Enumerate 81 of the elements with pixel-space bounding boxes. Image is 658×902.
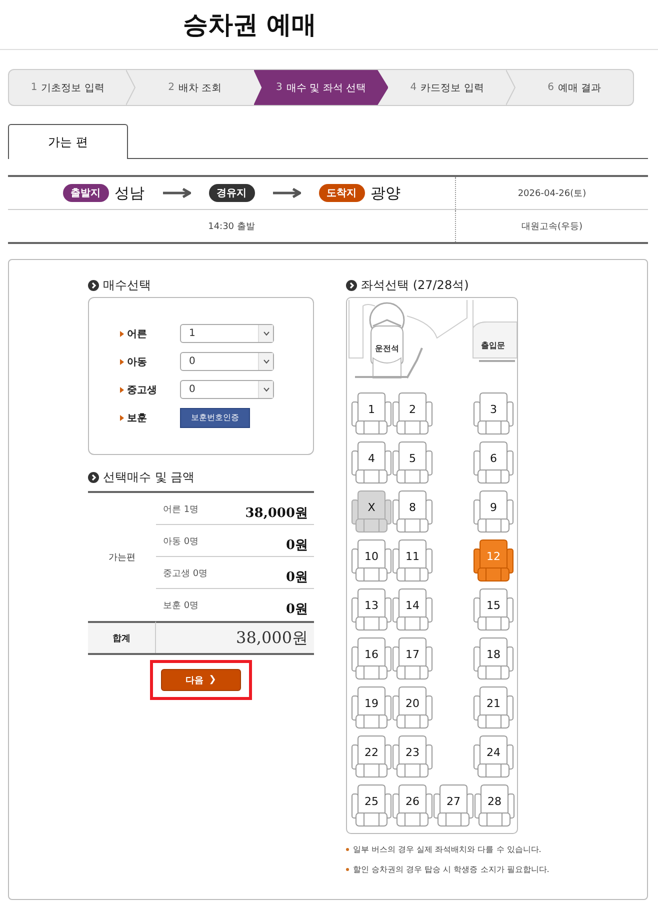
seat[interactable]: 6 — [473, 441, 514, 484]
seat[interactable]: X — [351, 490, 392, 533]
seat[interactable]: 22 — [351, 735, 392, 778]
caret-icon — [262, 387, 270, 392]
passenger-type-label: 보훈 — [127, 412, 147, 424]
seat[interactable]: 28 — [474, 784, 515, 827]
chevron-circle-icon — [346, 280, 357, 290]
notice-text: 할인 승차권의 경우 탑승 시 학생증 소지가 필요합니다. — [353, 864, 550, 875]
bullet-icon — [120, 330, 124, 336]
stop-badge: 도착지 — [318, 184, 364, 202]
seat[interactable]: 14 — [392, 588, 433, 631]
departure-time: 14:30 출발 — [208, 220, 255, 232]
bullet-icon — [120, 358, 124, 364]
seat[interactable]: 25 — [351, 784, 392, 827]
bullet-icon — [120, 414, 124, 420]
step-tab[interactable]: 2 배차 조회 — [136, 70, 254, 105]
total-amount: 38,000원 — [156, 621, 314, 653]
notice-text: 일부 버스의 경우 실제 좌석배치와 다를 수 있습니다. — [353, 844, 542, 855]
seat[interactable]: 23 — [392, 735, 433, 778]
table-cell-text: 보훈 0명 — [163, 600, 199, 612]
seat[interactable]: 11 — [392, 539, 433, 582]
section-title: 매수선택 — [103, 276, 151, 294]
seat[interactable]: 17 — [392, 637, 433, 680]
seat[interactable]: 2 — [392, 392, 433, 435]
seat[interactable]: 20 — [392, 686, 433, 729]
stop-name: 광양 — [370, 184, 400, 202]
step-tab[interactable]: 1 기초정보 입력 — [9, 70, 126, 105]
table-cell-text: 어른 1명 — [163, 504, 199, 516]
caret-icon — [262, 331, 270, 336]
seat[interactable]: 16 — [351, 637, 392, 680]
seat[interactable]: 27 — [433, 784, 474, 827]
seat[interactable]: 1 — [351, 392, 392, 435]
table-cell-text: 0원 — [286, 569, 308, 586]
arrow-icon — [162, 188, 190, 198]
seat[interactable]: 13 — [351, 588, 392, 631]
count-select[interactable]: 0 — [180, 380, 274, 399]
direction-tab[interactable]: 가는 편 — [8, 124, 128, 159]
next-button[interactable]: 다음 ❯ — [161, 669, 241, 691]
page-title: 승차권 예매 — [183, 9, 317, 41]
seat[interactable]: 19 — [351, 686, 392, 729]
passenger-type-label: 어른 — [127, 328, 147, 340]
seat[interactable]: 10 — [351, 539, 392, 582]
table-cell-text: 가는편 — [108, 552, 136, 564]
seat[interactable]: 15 — [473, 588, 514, 631]
seat[interactable]: 9 — [473, 490, 514, 533]
arrow-icon — [272, 188, 300, 198]
seat[interactable]: 3 — [473, 392, 514, 435]
travel-date: 2026-04-26(토) — [518, 188, 586, 200]
step-tab[interactable]: 3 매수 및 좌석 선택 — [254, 70, 388, 105]
door-label: 출입문 — [481, 340, 505, 351]
seat[interactable]: 26 — [392, 784, 433, 827]
stop-name: 성남 — [114, 184, 144, 202]
table-cell-text: 중고생 0명 — [163, 568, 208, 580]
caret-icon — [262, 359, 270, 364]
seat[interactable]: 8 — [392, 490, 433, 533]
seat[interactable]: 18 — [473, 637, 514, 680]
seat[interactable]: 5 — [392, 441, 433, 484]
stop-badge: 경유지 — [208, 184, 254, 202]
table-cell-text: 0원 — [286, 601, 308, 618]
step-tab[interactable]: 6 예매 결과 — [516, 70, 633, 105]
driver-seat-label: 운전석 — [375, 343, 399, 354]
passenger-type-label: 아동 — [127, 356, 147, 368]
seat[interactable]: 4 — [351, 441, 392, 484]
chevron-circle-icon — [88, 280, 99, 290]
table-cell-text: 38,000원 — [245, 505, 308, 522]
step-tab[interactable]: 4 카드정보 입력 — [388, 70, 506, 105]
table-cell-text: 0원 — [286, 537, 308, 554]
table-cell-text: 아동 0명 — [163, 536, 199, 548]
count-select[interactable]: 1 — [180, 324, 274, 343]
total-label: 합계 — [88, 621, 156, 653]
passenger-type-label: 중고생 — [127, 384, 157, 396]
section-title: 선택매수 및 금액 — [103, 468, 195, 486]
seat[interactable]: 24 — [473, 735, 514, 778]
stop-badge: 출발지 — [62, 184, 108, 202]
count-select[interactable]: 0 — [180, 352, 274, 371]
chevron-circle-icon — [88, 472, 99, 482]
verify-button[interactable]: 보훈번호인증 — [180, 408, 250, 428]
section-title: 좌석선택 (27/28석) — [361, 276, 469, 294]
seat[interactable]: 21 — [473, 686, 514, 729]
bus-company: 대원고속(우등) — [521, 220, 583, 232]
bullet-icon — [120, 386, 124, 392]
